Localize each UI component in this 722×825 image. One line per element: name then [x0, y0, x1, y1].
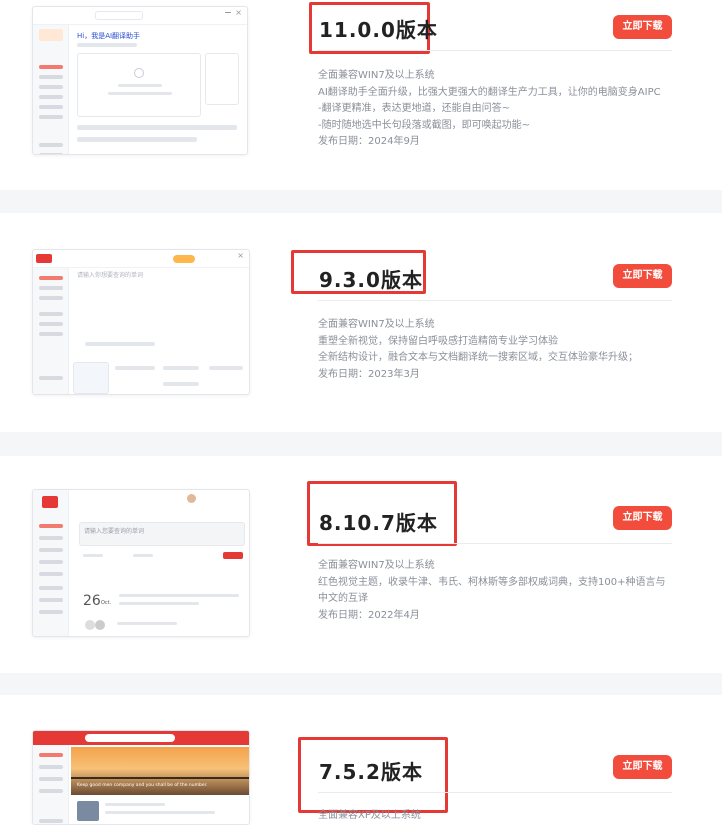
download-button[interactable]: 立即下载 [613, 264, 672, 288]
download-button[interactable]: 立即下载 [613, 15, 672, 39]
thumb-search-placeholder: 请输入你想要查询的单词 [77, 272, 144, 279]
download-button[interactable]: 立即下载 [613, 506, 672, 530]
app-logo [37, 734, 59, 742]
version-description: 全面兼容WIN7及以上系统 红色视觉主题，收录牛津、韦氏、柯林斯等多部权威词典，… [318, 560, 666, 621]
screenshot-thumbnail: 请输入您要查询的单词 26 Oct. [32, 489, 250, 637]
version-card-7: Keep good men company and you shall be o… [0, 695, 722, 825]
window-close-icon: × [235, 8, 242, 17]
version-title: 8.10.7版本 [319, 511, 438, 535]
version-card-9: × 请输入你想要查询的单词 9.3.0版本 立即下载 全面兼容WIN7及以上系统… [0, 213, 722, 432]
download-button[interactable]: 立即下载 [613, 755, 672, 779]
thumb-date: 26 [83, 593, 101, 609]
thumb-quote: Keep good men company and you shall be o… [77, 783, 208, 788]
avatar-icon [187, 494, 196, 503]
app-logo [36, 254, 52, 263]
version-title: 9.3.0版本 [319, 268, 423, 292]
window-minimize-icon [225, 12, 231, 13]
version-description: 全面兼容XP及以上系统 [318, 810, 421, 821]
screenshot-thumbnail: × Hi，我是AI翻译助手 [32, 6, 248, 155]
version-title: 11.0.0版本 [319, 18, 438, 42]
thumb-month: Oct. [101, 600, 112, 606]
screenshot-thumbnail: × 请输入你想要查询的单词 [32, 249, 250, 395]
version-description: 全面兼容WIN7及以上系统 AI翻译助手全面升级，比强大更强大的翻译生产力工具，… [318, 70, 661, 147]
window-close-icon: × [237, 251, 244, 260]
version-card-11: × Hi，我是AI翻译助手 11.0.0版本 立即下载 全面兼容WIN7及以上系… [0, 0, 722, 190]
screenshot-thumbnail: Keep good men company and you shall be o… [32, 730, 250, 825]
thumb-greeting: Hi，我是AI翻译助手 [77, 32, 141, 40]
version-title: 7.5.2版本 [319, 760, 423, 784]
thumb-banner: Keep good men company and you shall be o… [71, 747, 249, 795]
thumb-search-placeholder: 请输入您要查询的单词 [84, 528, 145, 535]
search-icon [85, 734, 175, 742]
app-logo [42, 496, 58, 508]
version-card-8: 请输入您要查询的单词 26 Oct. 8.10.7版本 立即下载 全面兼容WIN… [0, 456, 722, 673]
version-description: 全面兼容WIN7及以上系统 重塑全新视觉，保持留白呼吸感打造精简专业学习体验 全… [318, 319, 638, 380]
